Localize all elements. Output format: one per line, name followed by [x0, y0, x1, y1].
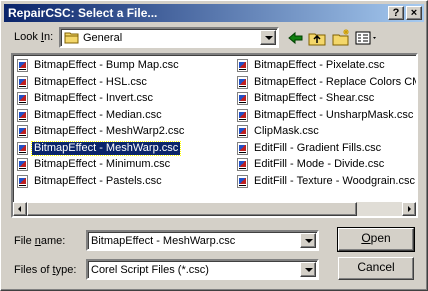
scroll-left-button[interactable]: [13, 202, 27, 216]
file-list-item-label: BitmapEffect - UnsharpMask.csc: [254, 108, 414, 121]
file-list-item-label: EditFill - Texture - Woodgrain.csc: [254, 174, 415, 187]
file-name-label: File name:: [14, 235, 66, 247]
folder-icon: [64, 32, 79, 44]
corel-script-file-icon: [237, 125, 248, 138]
file-name-input[interactable]: BitmapEffect - MeshWarp.csc: [91, 235, 235, 247]
file-list-item-label: BitmapEffect - Replace Colors CMYK.csc: [254, 75, 416, 88]
file-type-dropdown-button[interactable]: [300, 262, 316, 277]
title-bar[interactable]: RepairCSC: Select a File... ? ×: [4, 4, 424, 22]
cancel-button[interactable]: Cancel: [338, 257, 414, 280]
corel-script-file-icon: [237, 92, 248, 105]
file-list-item-label: BitmapEffect - MeshWarp.csc: [30, 140, 182, 156]
file-list-item-label: BitmapEffect - Shear.csc: [254, 92, 375, 104]
scroll-left-arrow-icon: [18, 206, 21, 212]
help-button[interactable]: ?: [388, 6, 404, 20]
corel-script-file-icon: [17, 75, 28, 89]
file-name-dropdown-button[interactable]: [300, 233, 316, 248]
file-list-item-label: EditFill - Mode - Divide.csc: [254, 158, 385, 170]
corel-script-file-icon: [237, 158, 248, 171]
file-type-value: Corel Script Files (*.csc): [91, 264, 209, 276]
file-list-item-label: ClipMask.csc: [254, 125, 319, 137]
file-list[interactable]: BitmapEffect - Bump Map.csc BitmapEffect …: [11, 53, 418, 218]
file-list-item-label: BitmapEffect - Invert.csc: [34, 92, 154, 104]
file-list-item-label: BitmapEffect - MeshWarp2.csc: [34, 125, 185, 137]
scroll-right-button[interactable]: [402, 202, 416, 216]
file-list-item-label: EditFill - Gradient Fills.csc: [254, 141, 382, 154]
look-in-combo[interactable]: General: [59, 27, 279, 48]
file-name-combo[interactable]: BitmapEffect - MeshWarp.csc: [86, 230, 319, 251]
file-list-item-label: BitmapEffect - Minimum.csc: [34, 158, 171, 170]
corel-script-file-icon: [237, 174, 248, 188]
look-in-folder: General: [83, 32, 123, 44]
horizontal-scrollbar[interactable]: [13, 202, 416, 216]
look-in-dropdown-button[interactable]: [260, 30, 276, 45]
corel-script-file-icon: [17, 158, 28, 171]
corel-script-file-icon: [237, 75, 248, 89]
corel-script-file-icon: [17, 108, 28, 122]
view-menu-icon[interactable]: [354, 28, 380, 48]
look-in-label: Look In:: [14, 31, 54, 43]
new-folder-icon[interactable]: [331, 28, 351, 48]
close-button[interactable]: ×: [406, 6, 422, 20]
corel-script-file-icon: [17, 92, 28, 105]
file-type-label: Files of type:: [14, 264, 77, 276]
file-list-item-label: BitmapEffect - Bump Map.csc: [34, 59, 179, 71]
corel-script-file-icon: [17, 141, 28, 155]
up-folder-icon[interactable]: [307, 28, 327, 48]
scroll-right-arrow-icon: [408, 206, 411, 212]
scroll-thumb[interactable]: [27, 202, 357, 216]
open-button[interactable]: Open: [337, 227, 415, 252]
window-title: RepairCSC: Select a File...: [8, 6, 158, 20]
file-list-item-label: BitmapEffect - HSL.csc: [34, 75, 147, 88]
file-list-item-label: BitmapEffect - Pixelate.csc: [254, 59, 385, 71]
file-dialog: RepairCSC: Select a File... ? × Look In:…: [0, 0, 428, 291]
back-arrow-icon[interactable]: [286, 28, 306, 48]
file-type-combo[interactable]: Corel Script Files (*.csc): [86, 259, 319, 280]
corel-script-file-icon: [237, 59, 248, 72]
corel-script-file-icon: [17, 59, 28, 72]
file-list-item-label: BitmapEffect - Pastels.csc: [34, 174, 162, 187]
corel-script-file-icon: [17, 125, 28, 138]
corel-script-file-icon: [237, 141, 248, 155]
file-list-item-label: BitmapEffect - Median.csc: [34, 108, 162, 121]
corel-script-file-icon: [17, 174, 28, 188]
corel-script-file-icon: [237, 108, 248, 122]
